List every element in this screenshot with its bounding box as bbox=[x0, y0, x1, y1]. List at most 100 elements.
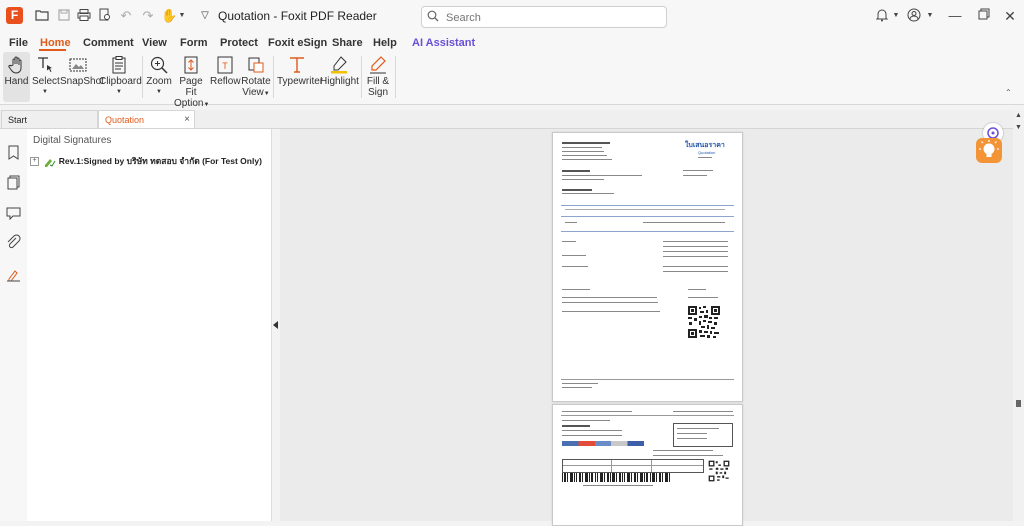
collapse-ribbon-icon[interactable]: ⌃ bbox=[1005, 88, 1012, 97]
menu-ai-assistant[interactable]: AI Assistant bbox=[412, 37, 475, 49]
zoom-label: Zoom bbox=[146, 76, 172, 87]
scroll-up-icon[interactable]: ▲ bbox=[1015, 112, 1022, 119]
chevron-down-icon[interactable]: ▼ bbox=[922, 8, 938, 24]
sign-label: Sign bbox=[367, 87, 388, 98]
ribbon-toolbar: Hand Select ▼ SnapShot Clipboard ▼ Zoom … bbox=[0, 52, 1024, 109]
print-icon[interactable] bbox=[76, 8, 92, 24]
snapshot-label: SnapShot bbox=[60, 76, 104, 87]
digital-signature-icon[interactable] bbox=[5, 266, 22, 283]
pdf-page-2 bbox=[552, 404, 743, 526]
minimize-icon[interactable]: — bbox=[947, 8, 963, 24]
search-input[interactable] bbox=[444, 9, 658, 27]
typewriter-label: Typewriter bbox=[277, 76, 324, 87]
qr-code-icon bbox=[708, 460, 730, 482]
digital-signatures-panel: Digital Signatures + Rev.1:Signed by บริ… bbox=[27, 129, 272, 521]
menu-form[interactable]: Form bbox=[180, 37, 208, 49]
hand-icon bbox=[7, 56, 21, 74]
highlight-icon bbox=[331, 56, 347, 74]
search-icon bbox=[427, 10, 439, 22]
undo-icon[interactable]: ↶ bbox=[118, 8, 134, 24]
scroll-thumb[interactable] bbox=[1016, 400, 1021, 407]
restore-icon[interactable] bbox=[976, 8, 992, 24]
highlight-button[interactable]: Highlight bbox=[320, 52, 359, 102]
menu-protect[interactable]: Protect bbox=[220, 37, 258, 49]
scroll-down-icon[interactable]: ▼ bbox=[1015, 124, 1022, 131]
signature-list-item[interactable]: + Rev.1:Signed by บริษัท ทดสอบ จำกัด (Fo… bbox=[30, 154, 262, 168]
select-text-icon bbox=[38, 57, 52, 72]
chevron-down-icon[interactable]: ▼ bbox=[174, 8, 190, 24]
snapshot-icon bbox=[69, 58, 87, 72]
vertical-scrollbar[interactable]: ▲ ▼ bbox=[1013, 110, 1024, 521]
tab-quotation-label: Quotation bbox=[105, 115, 145, 125]
rotate-view-button[interactable]: Rotate View▼ bbox=[241, 52, 271, 102]
menu-file[interactable]: File bbox=[9, 37, 28, 49]
tab-start[interactable]: Start bbox=[1, 110, 98, 128]
tab-quotation[interactable]: Quotation × bbox=[98, 110, 195, 128]
collapse-panel-icon[interactable] bbox=[273, 321, 278, 329]
reflow-button[interactable]: T Reflow bbox=[210, 52, 241, 102]
rotate-view-label: View▼ bbox=[242, 87, 270, 98]
menu-bar: File Home Comment View Form Protect Foxi… bbox=[0, 32, 1024, 52]
redo-icon[interactable]: ↷ bbox=[140, 8, 156, 24]
window-title: Quotation - Foxit PDF Reader bbox=[218, 9, 377, 23]
ribbon-separator bbox=[273, 56, 274, 98]
valid-signature-icon bbox=[45, 158, 56, 167]
hand-tool-button[interactable]: Hand bbox=[3, 52, 30, 102]
pages-thumbnail-icon[interactable] bbox=[5, 174, 22, 191]
rotate-view-icon bbox=[248, 57, 264, 73]
menu-help[interactable]: Help bbox=[373, 37, 397, 49]
highlight-label: Highlight bbox=[320, 76, 359, 87]
hand-label: Hand bbox=[4, 76, 29, 87]
menu-comment[interactable]: Comment bbox=[83, 37, 134, 49]
comments-icon[interactable] bbox=[5, 204, 22, 221]
chevron-down-icon: ▼ bbox=[116, 89, 122, 95]
ribbon-separator bbox=[395, 56, 396, 98]
document-subheading: Quotation bbox=[698, 150, 716, 155]
bookmark-icon[interactable] bbox=[5, 144, 22, 161]
typewriter-button[interactable]: Typewriter bbox=[277, 52, 324, 102]
menu-home[interactable]: Home bbox=[40, 37, 71, 49]
menu-share[interactable]: Share bbox=[332, 37, 363, 49]
document-tab-strip: Start Quotation × bbox=[0, 110, 1024, 129]
save-icon[interactable] bbox=[56, 8, 72, 24]
page-fit-option-button[interactable]: Page Fit Option▼ bbox=[174, 52, 209, 109]
reflow-label: Reflow bbox=[210, 76, 241, 87]
chevron-down-icon: ▼ bbox=[42, 89, 48, 95]
select-label: Select bbox=[32, 76, 60, 87]
account-icon[interactable] bbox=[906, 8, 922, 24]
payment-table bbox=[562, 459, 704, 473]
clipboard-button[interactable]: Clipboard ▼ bbox=[99, 52, 142, 102]
chevron-down-icon[interactable]: ▼ bbox=[888, 8, 904, 24]
foxit-logo-icon[interactable]: F bbox=[6, 7, 23, 24]
menu-view[interactable]: View bbox=[142, 37, 167, 49]
navigation-rail bbox=[0, 129, 28, 521]
document-view[interactable]: ใบเสนอราคา Quotation bbox=[280, 129, 1013, 526]
fill-and-sign-button[interactable]: Fill & Sign bbox=[364, 52, 392, 102]
close-tab-icon[interactable]: × bbox=[184, 111, 190, 129]
rotate-label: Rotate bbox=[241, 76, 271, 87]
close-window-icon[interactable]: ✕ bbox=[1002, 8, 1018, 24]
pdf-page-1: ใบเสนอราคา Quotation bbox=[552, 132, 743, 402]
select-tool-button[interactable]: Select ▼ bbox=[32, 52, 60, 102]
typewriter-icon bbox=[290, 57, 304, 73]
title-bar: F ↶ ↷ ✋ ▼ ▽ Quotation - Foxit PDF Reader… bbox=[0, 0, 1024, 32]
snapshot-button[interactable]: SnapShot bbox=[60, 52, 104, 102]
recipient-box bbox=[673, 423, 733, 447]
signature-label: Rev.1:Signed by บริษัท ทดสอบ จำกัด (For … bbox=[58, 156, 262, 166]
customize-toolbar-icon[interactable]: ▽ bbox=[197, 8, 213, 24]
svg-text:T: T bbox=[222, 61, 228, 71]
ribbon-separator bbox=[361, 56, 362, 98]
tips-lightbulb-icon[interactable] bbox=[976, 138, 1002, 163]
active-menu-indicator bbox=[39, 49, 66, 51]
zoom-button[interactable]: Zoom ▼ bbox=[146, 52, 172, 102]
chevron-down-icon: ▼ bbox=[156, 89, 162, 95]
search-box[interactable] bbox=[421, 6, 667, 28]
tab-start-label: Start bbox=[8, 115, 28, 125]
clipboard-label: Clipboard bbox=[99, 76, 142, 87]
open-folder-icon[interactable] bbox=[34, 8, 50, 24]
expand-toggle-icon[interactable]: + bbox=[30, 157, 39, 167]
attachment-icon[interactable] bbox=[5, 234, 22, 251]
barcode-icon bbox=[562, 473, 670, 482]
menu-foxit-esign[interactable]: Foxit eSign bbox=[268, 37, 327, 49]
print-preview-icon[interactable] bbox=[97, 8, 113, 24]
